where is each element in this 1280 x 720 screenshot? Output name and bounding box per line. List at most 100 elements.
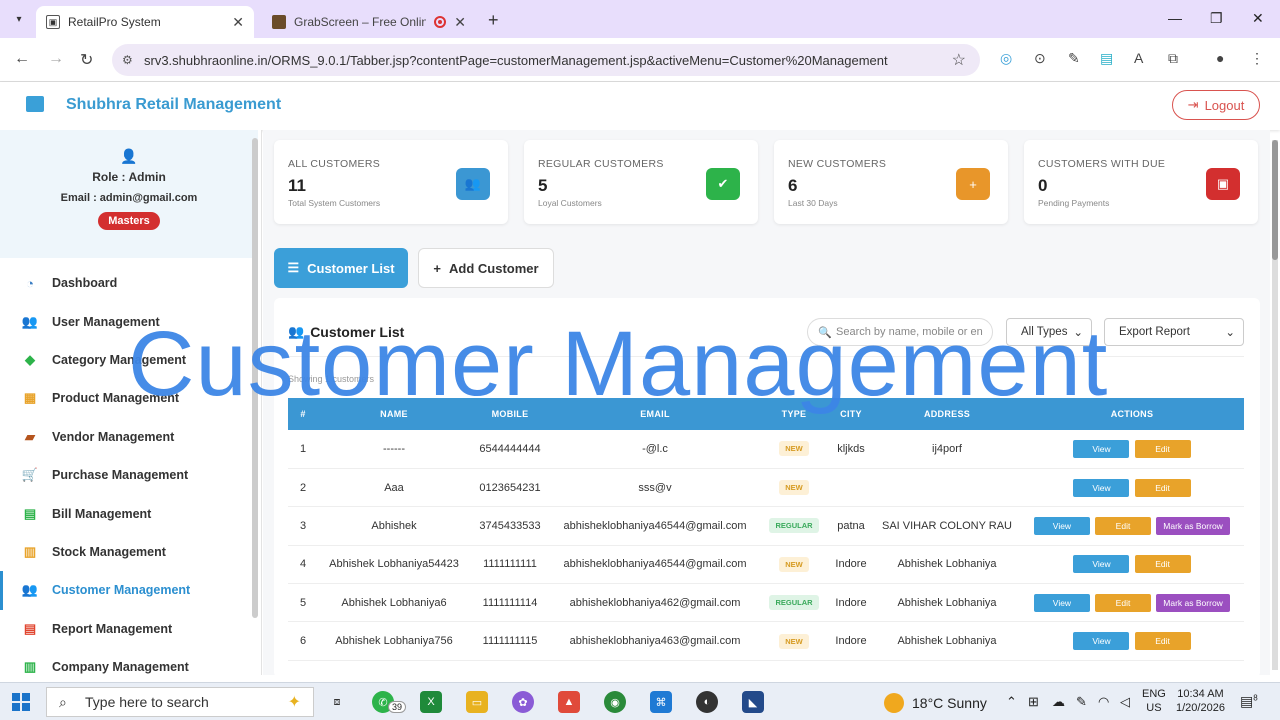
type-cell: NEW <box>760 545 828 585</box>
customer-name: Abhishek Lobhaniya54423 <box>318 545 470 585</box>
notification-icon[interactable]: ▤8 <box>1240 693 1258 710</box>
customer-city <box>828 468 874 508</box>
stat-sub: Loyal Customers <box>538 198 602 208</box>
windows-start-icon[interactable] <box>12 693 30 711</box>
eyedropper-icon[interactable]: ✎ <box>1068 50 1080 67</box>
sidebar-item-company-management[interactable]: ▥ Company Management <box>0 648 258 686</box>
sidebar-item-report-management[interactable]: ▤ Report Management <box>0 610 258 648</box>
stat-label: REGULAR CUSTOMERS <box>538 158 664 170</box>
close-tab-icon[interactable]: ✕ <box>232 14 244 31</box>
reload-icon[interactable]: ↻ <box>80 50 93 70</box>
company-icon: ▥ <box>23 659 37 675</box>
sidebar-item-purchase-management[interactable]: 🛒 Purchase Management <box>0 456 258 494</box>
stat-sub: Pending Payments <box>1038 198 1110 208</box>
stat-value: 11 <box>288 176 306 195</box>
wifi-icon[interactable]: ◠ <box>1098 694 1109 710</box>
view-button[interactable]: View <box>1033 593 1090 612</box>
view-button[interactable]: View <box>1073 632 1130 651</box>
edit-button[interactable]: Edit <box>1134 632 1191 651</box>
export-report-select[interactable]: Export Report ⌄ <box>1104 318 1244 346</box>
edit-button[interactable]: Edit <box>1134 555 1191 574</box>
type-badge: NEW <box>779 441 809 457</box>
vscode-icon[interactable]: ⌘ <box>650 691 672 713</box>
customer-email: -@l.c <box>550 430 760 469</box>
forward-icon[interactable]: → <box>48 50 64 68</box>
users-icon: 👥 <box>21 313 39 329</box>
sidebar-item-dashboard[interactable]: ◔ Dashboard <box>0 264 258 302</box>
bookmark-star-icon[interactable]: ☆ <box>952 50 966 70</box>
menu-dots-icon[interactable]: ⋮ <box>1250 50 1264 67</box>
excel-icon[interactable]: X <box>420 691 442 713</box>
mark-as-borrow-button[interactable]: Mark as Borrow <box>1156 516 1231 535</box>
language-indicator[interactable]: ENG US <box>1142 687 1166 715</box>
sidebar-item-customer-management[interactable]: 👥 Customer Management <box>0 571 258 610</box>
customer-list-button[interactable]: ☰ Customer List <box>274 248 408 288</box>
stat-value: 0 <box>1038 176 1048 195</box>
edit-button[interactable]: Edit <box>1134 478 1191 497</box>
sidebar-item-stock-management[interactable]: ▥ Stock Management <box>0 533 258 571</box>
tab-title: GrabScreen – Free Online S <box>294 15 427 29</box>
clock[interactable]: 10:34 AM 1/20/2026 <box>1176 687 1225 715</box>
close-window-icon[interactable]: ✕ <box>1252 10 1264 27</box>
puzzle-icon[interactable]: ⧉ <box>1168 50 1178 67</box>
row-index: 6 <box>288 621 318 661</box>
pen-icon[interactable]: ✎ <box>1076 694 1087 710</box>
chevron-up-icon[interactable]: ⌃ <box>1006 694 1017 710</box>
main-scrollbar[interactable] <box>1272 140 1278 670</box>
app-icon[interactable]: ◣ <box>742 691 764 713</box>
edit-button[interactable]: Edit <box>1134 439 1191 458</box>
sidebar-item-bill-management[interactable]: ▤ Bill Management <box>0 494 258 532</box>
taskbar-search-placeholder: Type here to search <box>85 694 209 710</box>
type-cell: REGULAR <box>760 583 828 623</box>
edit-button[interactable]: Edit <box>1095 516 1151 535</box>
site-info-icon[interactable]: ⚙ <box>122 53 133 67</box>
tab-search-icon[interactable]: ▾ <box>8 8 30 30</box>
tab-retailpro[interactable]: ▣ RetailPro System ✕ <box>36 6 254 38</box>
chrome-icon[interactable]: ◉ <box>604 691 626 713</box>
new-tab-icon[interactable]: + <box>488 10 499 31</box>
view-button[interactable]: View <box>1073 555 1130 574</box>
volume-icon[interactable]: ◁ <box>1120 694 1130 710</box>
minimize-icon[interactable]: — <box>1168 10 1182 26</box>
close-tab-icon[interactable]: ✕ <box>454 14 466 31</box>
view-button[interactable]: View <box>1073 439 1130 458</box>
extension-icon[interactable]: ◎ <box>1000 50 1012 67</box>
scrollbar-thumb[interactable] <box>1272 140 1278 260</box>
masters-badge[interactable]: Masters <box>98 212 160 230</box>
extension-icon[interactable]: ▤ <box>1100 50 1113 67</box>
logout-button[interactable]: ⇥ Logout <box>1172 90 1260 120</box>
view-button[interactable]: View <box>1033 516 1090 535</box>
task-view-icon[interactable]: ⧈ <box>326 691 348 713</box>
extension-icon[interactable]: A <box>1134 50 1143 66</box>
copilot-icon[interactable]: ✿ <box>512 691 534 713</box>
restore-icon[interactable]: ❐ <box>1210 10 1223 27</box>
actions-cell: View Edit <box>1020 430 1244 469</box>
avatar[interactable]: ● <box>1216 50 1224 66</box>
file-explorer-icon[interactable]: ▭ <box>466 691 488 713</box>
view-button[interactable]: View <box>1073 478 1130 497</box>
logout-label: Logout <box>1204 97 1245 113</box>
weather-text: 18°C Sunny <box>912 695 987 711</box>
mark-as-borrow-button[interactable]: Mark as Borrow <box>1156 593 1231 612</box>
tray-icon[interactable]: ☁ <box>1052 694 1065 710</box>
tray-icon[interactable]: ⊞ <box>1028 694 1039 710</box>
add-customer-button[interactable]: + Add Customer <box>418 248 554 288</box>
stat-card: ALL CUSTOMERS 11 Total System Customers … <box>274 140 508 224</box>
table-row: 1 ------ 6544444444 -@l.c NEW kljkds ij4… <box>288 430 1244 469</box>
brave-icon[interactable]: ▲ <box>558 691 580 713</box>
sidebar-item-label: Vendor Management <box>52 429 175 444</box>
customer-list-label: Customer List <box>307 260 395 276</box>
weather-widget[interactable]: 18°C Sunny <box>884 693 987 713</box>
stat-card: REGULAR CUSTOMERS 5 Loyal Customers ✔ <box>524 140 758 224</box>
back-icon[interactable]: ← <box>14 50 30 68</box>
edit-button[interactable]: Edit <box>1095 593 1151 612</box>
taskbar-search-input[interactable]: ⌕ Type here to search ✦ <box>46 687 314 717</box>
table-row: 6 Abhishek Lobhaniya756 1111111115 abhis… <box>288 621 1244 661</box>
extension-icon[interactable]: ⊙ <box>1034 50 1046 67</box>
logout-icon: ⇥ <box>1187 97 1199 112</box>
url-input[interactable]: ⚙ srv3.shubhraonline.in/ORMS_9.0.1/Tabbe… <box>112 44 980 76</box>
sidebar-item-vendor-management[interactable]: ▰ Vendor Management <box>0 418 258 456</box>
sidebar-item-label: Dashboard <box>52 276 118 291</box>
tab-grabscreen[interactable]: GrabScreen – Free Online S ✕ <box>262 6 476 38</box>
eclipse-icon[interactable]: ◐ <box>696 691 718 713</box>
